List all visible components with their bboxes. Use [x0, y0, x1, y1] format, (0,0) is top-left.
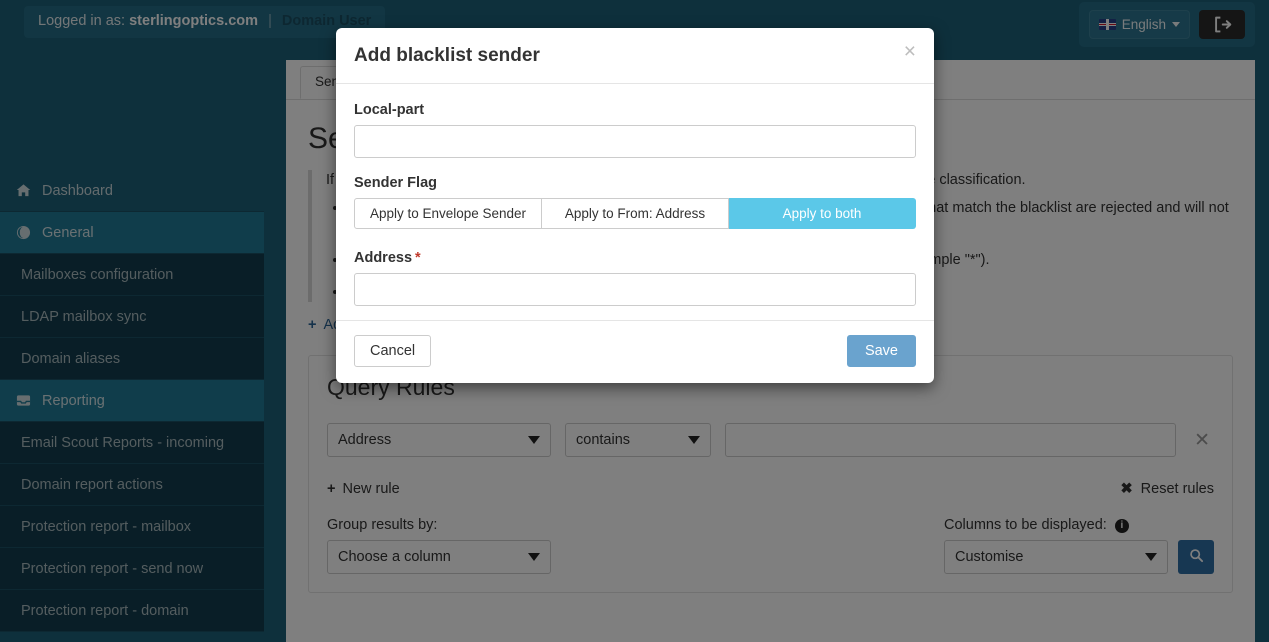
cancel-button[interactable]: Cancel	[354, 335, 432, 367]
apply-to-from-address-button[interactable]: Apply to From: Address	[542, 198, 729, 229]
required-marker: *	[415, 250, 421, 266]
address-label: Address *	[354, 250, 916, 266]
local-part-input[interactable]	[354, 125, 916, 158]
modal-body: Local-part Sender Flag Apply to Envelope…	[336, 84, 934, 320]
modal-footer: Cancel Save	[336, 320, 934, 383]
address-label-text: Address	[354, 250, 413, 266]
local-part-label: Local-part	[354, 102, 425, 118]
save-button[interactable]: Save	[846, 335, 916, 367]
modal-header: Add blacklist sender ×	[336, 28, 934, 84]
sender-flag-label: Sender Flag	[354, 175, 437, 191]
sender-flag-button-group: Apply to Envelope Sender Apply to From: …	[354, 198, 916, 229]
add-blacklist-sender-modal: Add blacklist sender × Local-part Sender…	[336, 28, 934, 383]
apply-to-envelope-sender-button[interactable]: Apply to Envelope Sender	[354, 198, 542, 229]
close-icon[interactable]: ×	[904, 41, 916, 62]
app-root: Dashboard General Mailboxes configuratio…	[0, 0, 1269, 642]
modal-title: Add blacklist sender	[354, 45, 540, 66]
address-input[interactable]	[354, 273, 916, 306]
apply-to-both-button[interactable]: Apply to both	[729, 198, 916, 229]
